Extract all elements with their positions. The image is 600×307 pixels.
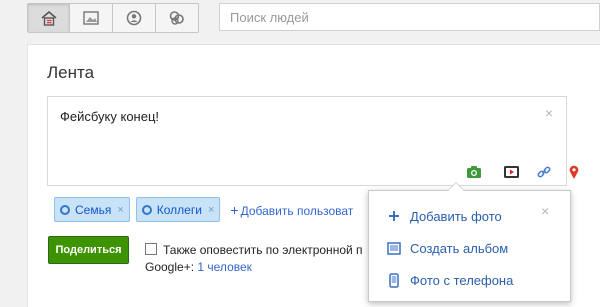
menu-pointer (447, 182, 465, 191)
people-search-input[interactable] (219, 3, 600, 31)
chip-label: Семья (75, 202, 112, 217)
menu-item-label: Добавить фото (410, 208, 502, 224)
audience-chip-colleagues[interactable]: Коллеги × (135, 197, 221, 222)
menu-item-create-album[interactable]: Создать альбом (386, 238, 508, 258)
post-composer[interactable]: Фейсбуку конец! × (47, 96, 579, 186)
composer-close-icon[interactable]: × (545, 106, 553, 120)
nav-home-button[interactable] (28, 4, 69, 32)
menu-item-label: Фото с телефона (410, 272, 514, 288)
chip-remove-icon[interactable]: × (208, 204, 214, 216)
photos-icon (83, 11, 99, 25)
circle-icon (141, 204, 152, 215)
nav-photos-button[interactable] (69, 4, 112, 32)
add-photo-button[interactable] (465, 164, 483, 180)
video-icon (503, 166, 519, 178)
chip-remove-icon[interactable]: × (117, 204, 123, 216)
link-icon (537, 166, 551, 178)
audience-chips: Семья × Коллеги × + Добавить пользоват (54, 197, 353, 222)
phone-icon (386, 272, 402, 288)
add-people-link[interactable]: + Добавить пользоват (230, 202, 353, 218)
menu-close-icon[interactable]: × (541, 204, 549, 218)
nav-profile-button[interactable] (112, 4, 155, 32)
audience-chip-family[interactable]: Семья × (54, 197, 130, 222)
email-notify-option: Также оповестить по электронной п Google… (145, 242, 385, 276)
home-icon (40, 10, 57, 26)
menu-item-add-photo[interactable]: Добавить фото (386, 206, 502, 226)
location-icon (569, 165, 579, 179)
notify-checkbox[interactable] (145, 243, 157, 255)
add-location-button[interactable] (565, 164, 583, 180)
nav-button-group (27, 3, 199, 33)
plus-icon (386, 208, 402, 224)
top-bar (0, 0, 600, 38)
album-icon (386, 240, 402, 256)
post-text[interactable]: Фейсбуку конец! (60, 109, 159, 124)
add-link-button[interactable] (535, 164, 553, 180)
plus-icon: + (230, 201, 239, 218)
add-video-button[interactable] (502, 164, 520, 180)
photo-dropdown-menu: × Добавить фото Создать альбом Фото с те… (368, 182, 571, 302)
camera-icon (467, 166, 481, 178)
chip-label: Коллеги (156, 202, 202, 217)
circle-icon (60, 204, 70, 215)
notify-google-label: Google+: (145, 260, 195, 274)
menu-item-label: Создать альбом (410, 240, 509, 256)
menu-item-phone-photo[interactable]: Фото с телефона (386, 270, 513, 290)
nav-circles-button[interactable] (155, 4, 198, 32)
notify-people-link[interactable]: 1 человек (197, 260, 252, 274)
page-title: Лента (47, 63, 95, 82)
profile-icon (126, 10, 142, 26)
add-people-label: Добавить пользоват (240, 203, 354, 218)
notify-label: Также оповестить по электронной п (163, 243, 363, 257)
share-button[interactable]: Поделиться (48, 236, 129, 264)
circles-icon (169, 11, 184, 25)
